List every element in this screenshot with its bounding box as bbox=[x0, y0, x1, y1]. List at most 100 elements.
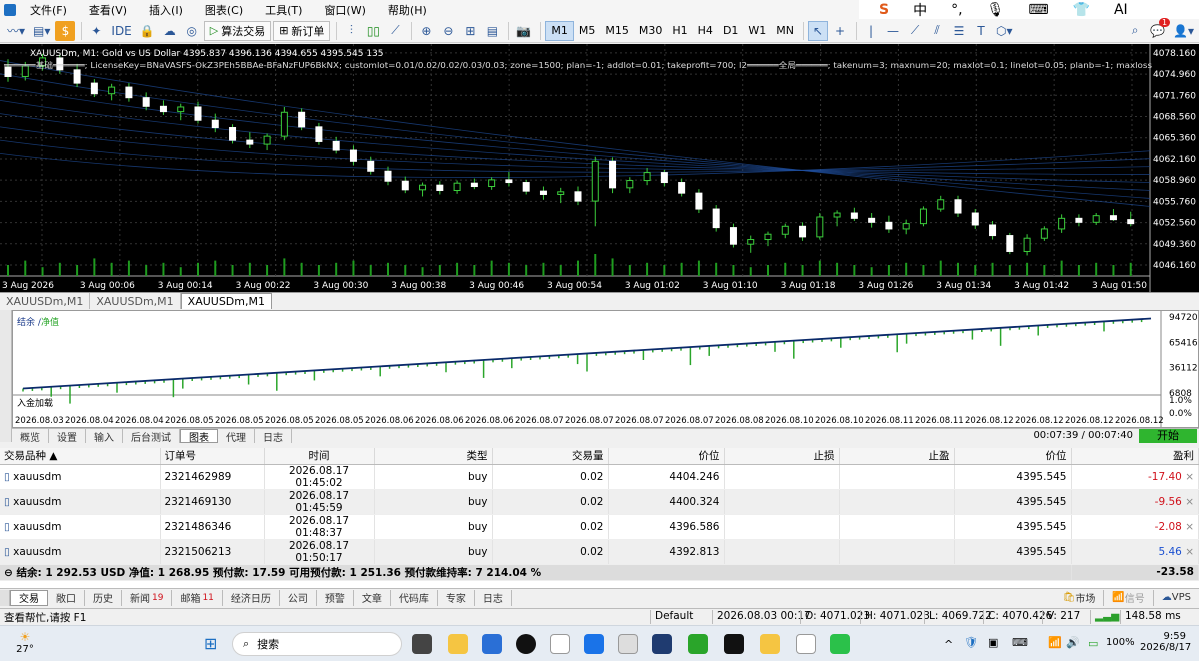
cell-tp[interactable] bbox=[839, 539, 955, 565]
zoom-out-icon[interactable]: ⊖ bbox=[438, 21, 458, 41]
tab-exposure[interactable]: 敞口 bbox=[48, 589, 85, 606]
tester-tab-settings[interactable]: 设置 bbox=[49, 429, 86, 444]
ime-tray-icon[interactable]: ⌨ bbox=[1012, 636, 1028, 649]
menu-insert[interactable]: 插入(I) bbox=[149, 2, 183, 18]
col-profit[interactable]: 盈利 bbox=[1071, 448, 1199, 465]
menu-view[interactable]: 查看(V) bbox=[89, 2, 127, 18]
col-type[interactable]: 类型 bbox=[374, 448, 493, 465]
app-icon-blue[interactable] bbox=[584, 634, 604, 654]
cloud-icon[interactable]: ☁ bbox=[160, 21, 180, 41]
market-link[interactable]: 🛍 市场 bbox=[1055, 589, 1105, 606]
window-icon[interactable] bbox=[618, 634, 638, 654]
metatrader-icon[interactable] bbox=[652, 634, 672, 654]
col-ticket[interactable]: 订单号 bbox=[160, 448, 265, 465]
lock-icon[interactable]: 🔒 bbox=[137, 21, 158, 41]
menu-tools[interactable]: 工具(T) bbox=[265, 2, 302, 18]
col-current-price[interactable]: 价位 bbox=[954, 448, 1072, 465]
chart-tab-3[interactable]: XAUUSDm,M1 bbox=[180, 293, 272, 309]
notifications-icon[interactable]: 💬 1 bbox=[1147, 17, 1171, 41]
bar-chart-icon[interactable]: ⫶ bbox=[341, 21, 361, 41]
col-sl[interactable]: 止损 bbox=[724, 448, 840, 465]
ime-mic-icon[interactable]: 🎙 bbox=[987, 2, 1005, 18]
store-icon[interactable] bbox=[482, 634, 502, 654]
taskview-icon[interactable] bbox=[412, 634, 432, 654]
shapes-icon[interactable]: ⬡▾ bbox=[993, 21, 1016, 41]
menu-file[interactable]: 文件(F) bbox=[30, 2, 67, 18]
menu-help[interactable]: 帮助(H) bbox=[388, 2, 427, 18]
navigator-icon[interactable]: ✦ bbox=[86, 21, 106, 41]
col-symbol[interactable]: 交易品种 ▲ bbox=[0, 448, 161, 465]
vertical-line-icon[interactable]: | bbox=[861, 21, 881, 41]
tf-d1[interactable]: D1 bbox=[718, 21, 743, 41]
cell-tp[interactable] bbox=[839, 464, 955, 490]
dell-icon[interactable] bbox=[516, 634, 536, 654]
tray-app-icon[interactable]: ▣ bbox=[988, 636, 998, 649]
volume-icon[interactable]: 🔊 bbox=[1066, 636, 1080, 649]
text-tool-icon[interactable]: T bbox=[971, 21, 991, 41]
cell-sl[interactable] bbox=[724, 464, 840, 490]
cell-sl[interactable] bbox=[724, 489, 840, 515]
fibo-icon[interactable]: ☰ bbox=[949, 21, 969, 41]
connection-icon[interactable]: ▂▃▅ bbox=[1090, 610, 1119, 624]
tab-mailbox[interactable]: 邮箱 11 bbox=[172, 589, 223, 606]
security-icon[interactable]: 🛡 bbox=[964, 636, 978, 649]
clock[interactable]: 9:59 2026/8/17 bbox=[1140, 631, 1191, 653]
table-row[interactable]: ▯ xauusdm 2321469130 2026.08.17 01:45:59… bbox=[0, 489, 1199, 515]
doc-icon[interactable] bbox=[796, 634, 816, 654]
algo-trading-button[interactable]: ▷ 算法交易 bbox=[203, 20, 272, 41]
ide-button[interactable]: IDE bbox=[108, 21, 134, 41]
channel-icon[interactable]: ⫽ bbox=[927, 21, 947, 41]
start-icon[interactable]: ⊞ bbox=[204, 634, 217, 653]
file-icon[interactable] bbox=[550, 634, 570, 654]
tile-icon[interactable]: ⊞ bbox=[460, 21, 480, 41]
ime-chinese-toggle[interactable]: 中 bbox=[913, 0, 927, 20]
cell-sl[interactable] bbox=[724, 514, 840, 540]
autoscroll-icon[interactable]: ▤ bbox=[482, 21, 502, 41]
tab-journal[interactable]: 日志 bbox=[475, 589, 512, 606]
tester-tab-journal[interactable]: 日志 bbox=[255, 429, 292, 444]
market-icon[interactable]: $ bbox=[55, 20, 76, 41]
tf-m15[interactable]: M15 bbox=[600, 21, 634, 41]
table-row[interactable]: ▯ xauusdm 2321506213 2026.08.17 01:50:17… bbox=[0, 539, 1199, 565]
taskbar-search[interactable]: ⌕ 搜索 bbox=[232, 632, 402, 656]
table-row[interactable]: ▯ xauusdm 2321462989 2026.08.17 01:45:02… bbox=[0, 464, 1199, 490]
start-button[interactable]: 开始 bbox=[1139, 429, 1197, 443]
tf-m5[interactable]: M5 bbox=[574, 21, 601, 41]
tester-tab-backtest[interactable]: 后台测试 bbox=[123, 429, 180, 444]
tf-h1[interactable]: H1 bbox=[667, 21, 692, 41]
weather-widget[interactable]: ☀ 27° bbox=[12, 630, 38, 655]
tester-tab-graph[interactable]: 图表 bbox=[180, 429, 218, 444]
tf-m30[interactable]: M30 bbox=[634, 21, 668, 41]
menu-window[interactable]: 窗口(W) bbox=[324, 2, 365, 18]
close-icon[interactable]: × bbox=[1185, 521, 1194, 533]
close-icon[interactable]: × bbox=[1185, 546, 1194, 558]
cursor-icon[interactable]: ↖ bbox=[808, 20, 829, 41]
tf-m1[interactable]: M1 bbox=[545, 20, 574, 41]
account-icon[interactable]: 👤▾ bbox=[1170, 21, 1197, 41]
crosshair-icon[interactable]: + bbox=[830, 21, 850, 41]
status-profile[interactable]: Default bbox=[650, 610, 693, 624]
new-order-button[interactable]: ⊞ 新订单 bbox=[273, 20, 331, 41]
chart-tab-2[interactable]: XAUUSDm,M1 bbox=[90, 293, 181, 309]
col-price[interactable]: 价位 bbox=[608, 448, 725, 465]
signals-link[interactable]: 📶 信号 bbox=[1104, 589, 1154, 606]
tray-overflow-icon[interactable]: ^ bbox=[944, 638, 953, 651]
ime-ai-button[interactable]: AI bbox=[1114, 2, 1128, 18]
price-chart[interactable]: 4078.160 4074.960 4071.760 4068.560 4065.360… bbox=[0, 44, 1199, 292]
tab-experts[interactable]: 专家 bbox=[438, 589, 475, 606]
tester-tab-inputs[interactable]: 输入 bbox=[86, 429, 123, 444]
tester-tab-overview[interactable]: 概览 bbox=[12, 429, 49, 444]
tab-history[interactable]: 历史 bbox=[85, 589, 122, 606]
tab-calendar[interactable]: 经济日历 bbox=[223, 589, 280, 606]
close-icon[interactable]: × bbox=[1185, 496, 1194, 508]
battery-icon[interactable]: ▭ bbox=[1088, 637, 1098, 650]
col-volume[interactable]: 交易量 bbox=[492, 448, 609, 465]
search-icon[interactable]: ⌕ bbox=[1125, 21, 1145, 41]
ime-keyboard-icon[interactable]: ⌨ bbox=[1028, 2, 1048, 18]
tab-codebase[interactable]: 代码库 bbox=[391, 589, 438, 606]
tab-trade[interactable]: 交易 bbox=[10, 589, 48, 606]
tab-news[interactable]: 新闻 19 bbox=[122, 589, 173, 606]
wifi-icon[interactable]: 📶 bbox=[1048, 636, 1062, 649]
cell-sl[interactable] bbox=[724, 539, 840, 565]
candles-icon[interactable]: ▯▯ bbox=[363, 21, 383, 41]
